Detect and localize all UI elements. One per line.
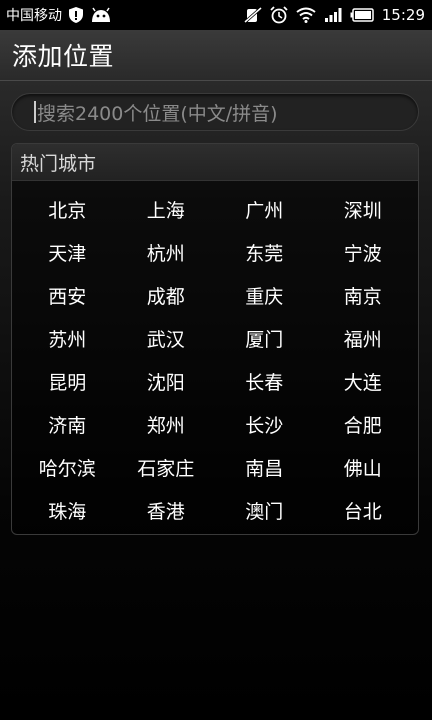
- text-caret: [34, 101, 36, 123]
- city-item[interactable]: 武汉: [117, 317, 216, 360]
- city-item[interactable]: 佛山: [314, 446, 413, 489]
- city-grid: 北京 上海 广州 深圳 天津 杭州 东莞 宁波 西安 成都 重庆 南京 苏州 武…: [12, 181, 418, 532]
- search-placeholder: 搜索2400个位置(中文/拼音): [37, 102, 278, 125]
- city-item[interactable]: 石家庄: [117, 446, 216, 489]
- carrier-label: 中国移动: [6, 8, 62, 24]
- city-item[interactable]: 南昌: [215, 446, 314, 489]
- panel-header: 热门城市: [12, 144, 418, 181]
- city-item[interactable]: 昆明: [18, 360, 117, 403]
- city-item[interactable]: 长沙: [215, 403, 314, 446]
- title-bar: 添加位置: [0, 30, 432, 81]
- city-item[interactable]: 广州: [215, 188, 314, 231]
- city-item[interactable]: 沈阳: [117, 360, 216, 403]
- battery-icon: [350, 8, 374, 22]
- city-item[interactable]: 合肥: [314, 403, 413, 446]
- hot-cities-panel: 热门城市 北京 上海 广州 深圳 天津 杭州 东莞 宁波 西安 成都 重庆 南京…: [11, 143, 419, 535]
- city-item[interactable]: 澳门: [215, 489, 314, 532]
- city-item[interactable]: 香港: [117, 489, 216, 532]
- city-item[interactable]: 长春: [215, 360, 314, 403]
- shield-icon: [68, 6, 84, 24]
- city-item[interactable]: 杭州: [117, 231, 216, 274]
- city-item[interactable]: 台北: [314, 489, 413, 532]
- city-item[interactable]: 珠海: [18, 489, 117, 532]
- city-item[interactable]: 大连: [314, 360, 413, 403]
- city-item[interactable]: 厦门: [215, 317, 314, 360]
- city-item[interactable]: 郑州: [117, 403, 216, 446]
- alarm-icon: [270, 6, 288, 24]
- panel-title: 热门城市: [20, 152, 97, 175]
- city-item[interactable]: 济南: [18, 403, 117, 446]
- city-item[interactable]: 南京: [314, 274, 413, 317]
- city-item[interactable]: 深圳: [314, 188, 413, 231]
- status-bar: 中国移动 15:29: [0, 0, 432, 30]
- search-input[interactable]: 搜索2400个位置(中文/拼音): [11, 93, 419, 131]
- signal-icon: [324, 7, 342, 23]
- wifi-icon: [296, 7, 316, 23]
- clock: 15:29: [381, 6, 425, 24]
- mute-icon: [243, 6, 262, 24]
- city-item[interactable]: 天津: [18, 231, 117, 274]
- page-title: 添加位置: [12, 42, 115, 71]
- city-item[interactable]: 上海: [117, 188, 216, 231]
- android-icon: [90, 7, 112, 23]
- city-item[interactable]: 哈尔滨: [18, 446, 117, 489]
- city-item[interactable]: 北京: [18, 188, 117, 231]
- city-item[interactable]: 福州: [314, 317, 413, 360]
- main-content: 搜索2400个位置(中文/拼音) 热门城市 北京 上海 广州 深圳 天津 杭州 …: [0, 81, 432, 720]
- city-item[interactable]: 宁波: [314, 231, 413, 274]
- city-item[interactable]: 苏州: [18, 317, 117, 360]
- city-item[interactable]: 西安: [18, 274, 117, 317]
- city-item[interactable]: 东莞: [215, 231, 314, 274]
- city-item[interactable]: 重庆: [215, 274, 314, 317]
- city-item[interactable]: 成都: [117, 274, 216, 317]
